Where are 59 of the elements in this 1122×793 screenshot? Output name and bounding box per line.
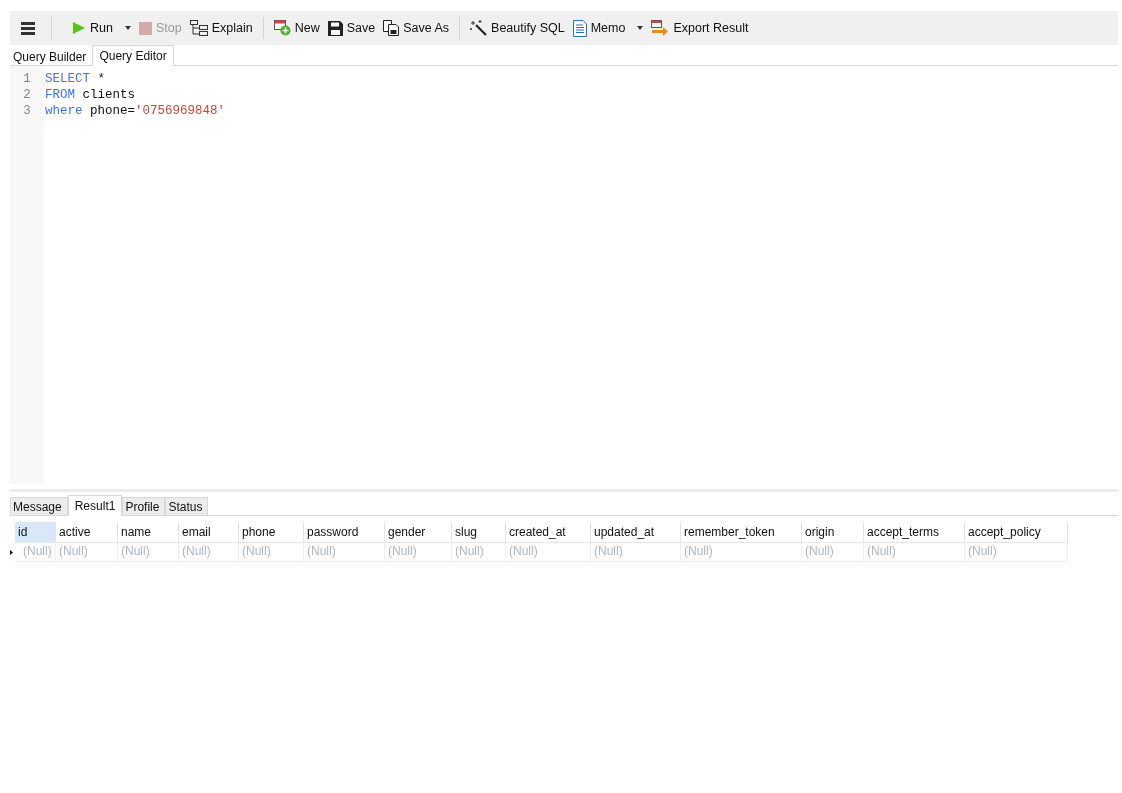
table-cell: (Null) (385, 542, 452, 562)
line-number: 1 (23, 71, 31, 87)
code-line: where phone='0756969848' (45, 104, 226, 118)
line-number: 3 (23, 103, 31, 119)
caret-icon[interactable] (637, 26, 644, 30)
tab[interactable]: Message (10, 497, 68, 515)
column-header[interactable]: phone (239, 522, 304, 543)
table-cell: (Null) (239, 542, 304, 562)
column-header[interactable]: email (179, 522, 239, 543)
column-header[interactable]: accept_terms (864, 522, 965, 543)
toolbar-button[interactable]: Export Result (647, 15, 753, 41)
dropdown-button[interactable]: Memo (568, 15, 630, 41)
table-cell: (Null) (56, 542, 118, 562)
document-icon (572, 19, 587, 37)
table-cell: (Null) (452, 542, 506, 562)
column-header[interactable]: id (15, 522, 56, 543)
copy-files-icon (383, 20, 400, 36)
column-header[interactable]: gender (385, 522, 452, 543)
table-cell: (Null) (591, 542, 681, 562)
table-cell: (Null) (965, 542, 1068, 562)
magic-wand-icon (470, 20, 488, 36)
column-header[interactable]: active (56, 522, 118, 543)
tab[interactable]: Query Builder (10, 47, 93, 65)
column-header[interactable]: created_at (506, 522, 591, 543)
table-cell: (Null) (864, 542, 965, 562)
column-header[interactable]: origin (802, 522, 864, 543)
column-header[interactable]: name (118, 522, 179, 543)
toolbar-button[interactable]: Save As (379, 15, 454, 41)
dropdown-button[interactable]: Run (68, 15, 117, 41)
column-header[interactable]: slug (452, 522, 506, 543)
stop-icon (138, 21, 152, 35)
tab[interactable]: Result1 (67, 495, 123, 516)
table-cell: (Null) (506, 542, 591, 562)
table-cell: (Null) (179, 542, 239, 562)
toolbar-button[interactable]: Explain (185, 15, 257, 41)
tab[interactable]: Status (165, 497, 209, 515)
toolbar-button[interactable]: Save (323, 15, 380, 41)
table-cell: (Null) (681, 542, 802, 562)
toolbar-button[interactable]: Beautify SQL (466, 15, 569, 41)
caret-icon[interactable] (124, 26, 131, 30)
table-cell: (Null) (118, 542, 179, 562)
play-icon (72, 21, 86, 35)
tree-icon (189, 20, 208, 36)
code-line: FROM clients (45, 88, 136, 102)
code-line: SELECT * (45, 72, 106, 86)
toolbar-button[interactable]: New (269, 15, 324, 41)
column-header[interactable]: password (304, 522, 385, 543)
table-cell: (Null) (15, 542, 56, 562)
table-add-icon (273, 20, 291, 36)
table-cell: (Null) (802, 542, 864, 562)
table-cell: (Null) (304, 542, 385, 562)
tab[interactable]: Profile (122, 497, 166, 515)
menu-icon (21, 21, 35, 35)
column-header[interactable]: updated_at (591, 522, 681, 543)
table-export-icon (651, 20, 670, 36)
tab[interactable]: Query Editor (92, 45, 174, 66)
column-header[interactable]: remember_token (681, 522, 802, 543)
column-header[interactable]: accept_policy (965, 522, 1068, 543)
line-number: 2 (23, 87, 31, 103)
